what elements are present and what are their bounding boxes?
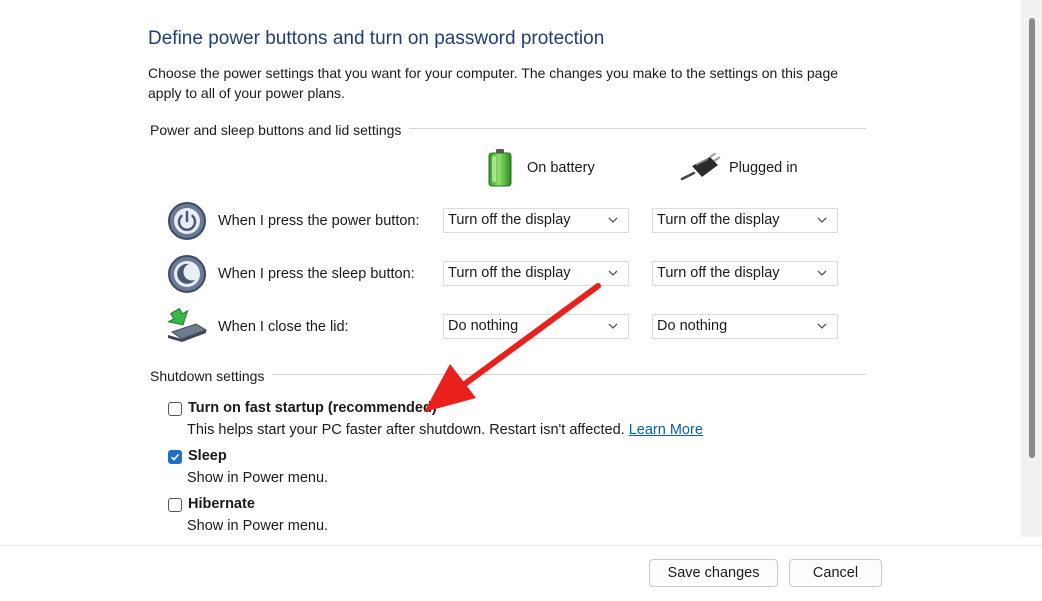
select-value: Turn off the display <box>448 212 571 228</box>
scrollbar-thumb[interactable] <box>1029 18 1035 458</box>
select-value: Turn off the display <box>657 265 780 281</box>
chevron-down-icon <box>608 217 618 223</box>
power-group-title: Power and sleep buttons and lid settings <box>150 122 410 138</box>
chevron-down-icon <box>817 323 827 329</box>
learn-more-link[interactable]: Learn More <box>629 422 703 438</box>
power-plug-icon <box>680 152 722 183</box>
power-button-icon <box>167 201 207 241</box>
annotation-arrow-icon <box>424 283 601 412</box>
hibernate-checkbox[interactable] <box>168 498 182 512</box>
sleep-button-plugged-select[interactable]: Turn off the display <box>652 261 838 286</box>
fast-startup-desc-text: This helps start your PC faster after sh… <box>187 422 625 438</box>
fast-startup-description: This helps start your PC faster after sh… <box>187 422 703 438</box>
select-value: Do nothing <box>657 318 728 334</box>
power-button-battery-select[interactable]: Turn off the display <box>443 208 629 233</box>
power-button-plugged-select[interactable]: Turn off the display <box>652 208 838 233</box>
hibernate-option-description: Show in Power menu. <box>187 518 329 534</box>
sleep-option-label[interactable]: Sleep <box>188 448 227 464</box>
chevron-down-icon <box>817 217 827 223</box>
select-value: Turn off the display <box>657 212 780 228</box>
fast-startup-label[interactable]: Turn on fast startup (recommended) <box>188 400 437 416</box>
checkmark-icon <box>170 453 180 461</box>
laptop-lid-icon <box>166 307 210 344</box>
select-value: Turn off the display <box>448 265 571 281</box>
sleep-option-description: Show in Power menu. <box>187 470 329 486</box>
fast-startup-checkbox[interactable] <box>168 402 182 416</box>
sleep-button-icon <box>167 254 207 294</box>
close-lid-plugged-select[interactable]: Do nothing <box>652 314 838 339</box>
battery-icon <box>486 148 514 188</box>
page-title: Define power buttons and turn on passwor… <box>148 28 605 49</box>
intro-text: Choose the power settings that you want … <box>148 65 839 101</box>
close-lid-label: When I close the lid: <box>218 319 349 335</box>
sleep-button-label: When I press the sleep button: <box>218 266 415 282</box>
plugged-in-header: Plugged in <box>729 160 798 176</box>
on-battery-header: On battery <box>527 160 595 176</box>
hibernate-option-label[interactable]: Hibernate <box>188 496 255 512</box>
power-button-label: When I press the power button: <box>218 213 420 229</box>
footer-bar <box>0 545 1042 601</box>
chevron-down-icon <box>608 270 618 276</box>
sleep-checkbox[interactable] <box>168 450 182 464</box>
shutdown-group-title: Shutdown settings <box>150 368 273 384</box>
chevron-down-icon <box>817 270 827 276</box>
cancel-button[interactable]: Cancel <box>789 559 882 587</box>
save-changes-button[interactable]: Save changes <box>649 559 778 587</box>
